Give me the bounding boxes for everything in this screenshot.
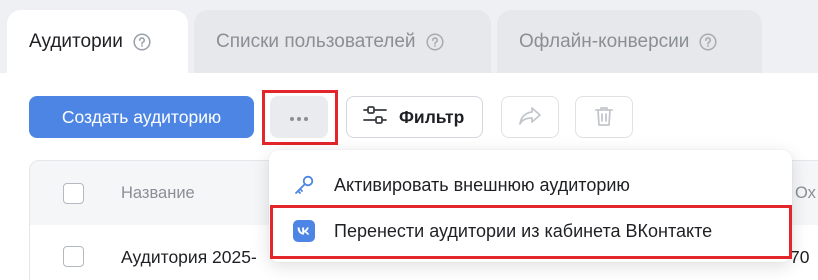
help-circle-icon[interactable]	[133, 33, 151, 51]
column-header-name[interactable]: Название	[121, 184, 195, 203]
tab-user-lists[interactable]: Списки пользователей	[194, 10, 491, 74]
menu-item-label: Активировать внешнюю аудиторию	[334, 174, 630, 195]
more-actions-button[interactable]	[270, 96, 328, 138]
column-header-coverage[interactable]: Ох	[795, 184, 816, 203]
audience-coverage: 70	[790, 247, 810, 267]
create-audience-button[interactable]: Создать аудиторию	[29, 96, 254, 138]
filter-button-label: Фильтр	[399, 106, 465, 127]
help-circle-icon[interactable]	[425, 33, 444, 51]
key-icon	[292, 173, 316, 197]
share-button[interactable]	[501, 96, 559, 138]
menu-item-activate-external-audience[interactable]: Активировать внешнюю аудиторию	[269, 162, 792, 208]
row-checkbox[interactable]	[63, 246, 84, 267]
filter-button[interactable]: Фильтр	[346, 96, 483, 138]
tab-audiences[interactable]: Аудитории	[7, 10, 188, 74]
share-arrow-icon	[518, 106, 542, 129]
tab-user-lists-label: Списки пользователей	[216, 31, 416, 52]
more-dots-icon	[289, 110, 309, 125]
select-all-checkbox[interactable]	[63, 183, 84, 204]
tab-offline-conversions[interactable]: Офлайн-конверсии	[497, 10, 762, 74]
tab-audiences-label: Аудитории	[29, 31, 123, 52]
trash-icon	[594, 105, 614, 130]
vk-transfer-highlight	[270, 205, 792, 259]
help-circle-icon[interactable]	[699, 33, 717, 51]
tab-offline-conversions-label: Офлайн-конверсии	[519, 31, 690, 52]
sliders-icon	[363, 105, 387, 130]
delete-button[interactable]	[575, 96, 633, 138]
